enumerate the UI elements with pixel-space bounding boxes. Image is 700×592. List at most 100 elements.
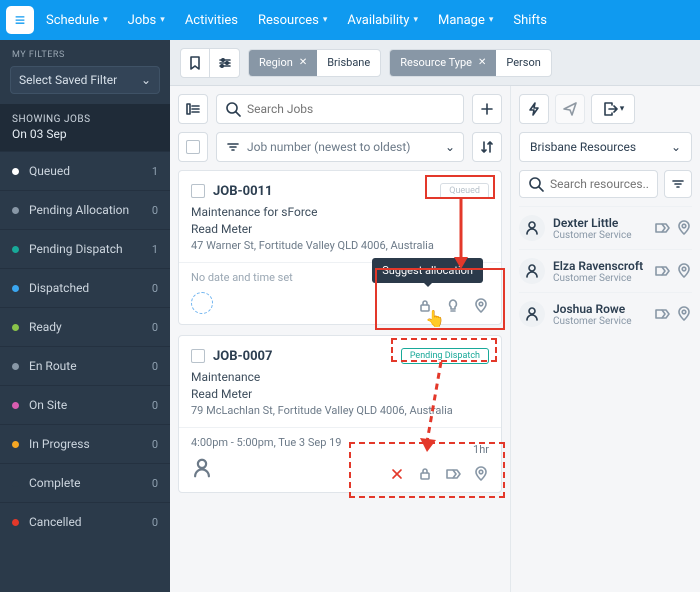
pin-icon[interactable] (676, 263, 692, 279)
select-all-checkbox[interactable] (178, 132, 208, 162)
cancel-icon[interactable] (389, 466, 405, 482)
filter-bar: Region✕ Brisbane Resource Type✕ Person (170, 40, 700, 86)
chevron-down-icon: ▾ (103, 15, 108, 25)
quick-action-button[interactable] (519, 94, 549, 124)
avatar (519, 301, 545, 327)
job-checkbox[interactable] (191, 184, 205, 198)
sort-direction-button[interactable] (472, 132, 502, 162)
nav-resources[interactable]: Resources▾ (250, 13, 335, 28)
job-title: Maintenance (191, 370, 489, 384)
nav-shifts[interactable]: Shifts (505, 13, 555, 28)
pin-icon[interactable] (473, 298, 489, 314)
pin-icon[interactable] (676, 306, 692, 322)
sidebar-item[interactable]: In Progress0 (0, 424, 170, 463)
chevron-down-icon: ▾ (620, 104, 625, 114)
nav-availability[interactable]: Availability▾ (339, 13, 426, 28)
dispatch-icon[interactable] (654, 263, 670, 279)
search-icon (225, 101, 241, 117)
assignee-icon[interactable] (191, 457, 213, 479)
lock-icon[interactable] (417, 298, 433, 314)
sidebar-item[interactable]: Cancelled0 (0, 502, 170, 541)
status-dot-icon (12, 402, 19, 409)
job-card[interactable]: JOB-0007 Pending Dispatch Maintenance Re… (178, 335, 502, 493)
sort-icon (225, 139, 241, 155)
avatar (519, 258, 545, 284)
logout-button[interactable]: ▾ (591, 94, 635, 124)
nav-schedule[interactable]: Schedule▾ (38, 13, 116, 28)
search-jobs[interactable] (216, 94, 464, 124)
job-id: JOB-0007 (213, 349, 272, 364)
dispatch-icon[interactable] (445, 466, 461, 482)
sidebar-item[interactable]: En Route0 (0, 346, 170, 385)
resource-role: Customer Service (553, 316, 646, 327)
sidebar-item-count: 0 (152, 516, 158, 529)
resource-name: Elza Ravenscroft (553, 259, 646, 273)
saved-filter-select[interactable]: Select Saved Filter ⌄ (10, 66, 160, 94)
sidebar: MY FILTERS Select Saved Filter ⌄ SHOWING… (0, 40, 170, 592)
job-checkbox[interactable] (191, 349, 205, 363)
resource-name: Joshua Rowe (553, 302, 646, 316)
resource-name: Dexter Little (553, 216, 646, 230)
send-button[interactable] (555, 94, 585, 124)
sidebar-item-count: 0 (152, 321, 158, 334)
sidebar-item-label: Pending Dispatch (29, 242, 142, 256)
resource-row[interactable]: Elza RavenscroftCustomer Service (519, 249, 692, 292)
add-job-button[interactable] (472, 94, 502, 124)
filter-settings-button[interactable] (210, 48, 240, 78)
saved-filter-label: Select Saved Filter (19, 73, 117, 87)
app-logo: ≡ (6, 6, 34, 34)
filter-chip-region[interactable]: Region✕ Brisbane (248, 49, 381, 77)
job-subtitle: Read Meter (191, 222, 489, 236)
chevron-down-icon: ▾ (323, 15, 328, 25)
chevron-down-icon: ▾ (489, 15, 494, 25)
chevron-down-icon: ⌄ (141, 73, 151, 87)
pin-icon[interactable] (473, 466, 489, 482)
chevron-down-icon: ⌄ (445, 140, 455, 154)
chevron-down-icon: ⌄ (671, 140, 681, 154)
list-view-toggle[interactable] (178, 94, 208, 124)
sidebar-item[interactable]: Pending Dispatch1 (0, 229, 170, 268)
lock-icon[interactable] (417, 466, 433, 482)
filter-chip-resource-type[interactable]: Resource Type✕ Person (389, 49, 552, 77)
dispatch-icon[interactable] (654, 306, 670, 322)
sort-select[interactable]: Job number (newest to oldest) ⌄ (216, 132, 464, 162)
unassigned-icon[interactable] (191, 292, 213, 314)
search-resources[interactable] (519, 170, 658, 198)
sidebar-item-count: 0 (152, 360, 158, 373)
sidebar-item-count: 0 (152, 282, 158, 295)
status-dot-icon (12, 480, 19, 487)
close-icon[interactable]: ✕ (478, 57, 486, 68)
search-jobs-input[interactable] (247, 102, 455, 116)
sidebar-item-label: Pending Allocation (29, 203, 142, 217)
status-dot-icon (12, 168, 19, 175)
sidebar-item[interactable]: Pending Allocation0 (0, 190, 170, 229)
resource-role: Customer Service (553, 230, 646, 241)
nav-activities[interactable]: Activities (177, 13, 246, 28)
dispatch-icon[interactable] (654, 220, 670, 236)
sidebar-item-count: 1 (152, 165, 158, 178)
sidebar-item[interactable]: Ready0 (0, 307, 170, 346)
resource-row[interactable]: Dexter LittleCustomer Service (519, 206, 692, 249)
search-resources-input[interactable] (550, 177, 649, 191)
bookmark-button[interactable] (180, 48, 210, 78)
sidebar-item[interactable]: On Site0 (0, 385, 170, 424)
resource-filter-button[interactable] (664, 170, 692, 198)
sidebar-item[interactable]: Dispatched0 (0, 268, 170, 307)
status-dot-icon (12, 207, 19, 214)
job-title: Maintenance for sForce (191, 205, 489, 219)
resource-row[interactable]: Joshua RoweCustomer Service (519, 292, 692, 335)
resources-select[interactable]: Brisbane Resources⌄ (519, 132, 692, 162)
tooltip: Suggest allocation (372, 258, 483, 283)
sidebar-item[interactable]: Complete0 (0, 463, 170, 502)
nav-jobs[interactable]: Jobs▾ (120, 13, 173, 28)
sidebar-item[interactable]: Queued1 (0, 151, 170, 190)
sidebar-item-count: 0 (152, 438, 158, 451)
nav-manage[interactable]: Manage▾ (430, 13, 501, 28)
pin-icon[interactable] (676, 220, 692, 236)
job-card[interactable]: JOB-0011 Queued Maintenance for sForce R… (178, 170, 502, 325)
status-badge: Pending Dispatch (401, 348, 489, 364)
bulb-icon[interactable] (445, 298, 461, 314)
close-icon[interactable]: ✕ (299, 57, 307, 68)
status-dot-icon (12, 441, 19, 448)
avatar (519, 215, 545, 241)
